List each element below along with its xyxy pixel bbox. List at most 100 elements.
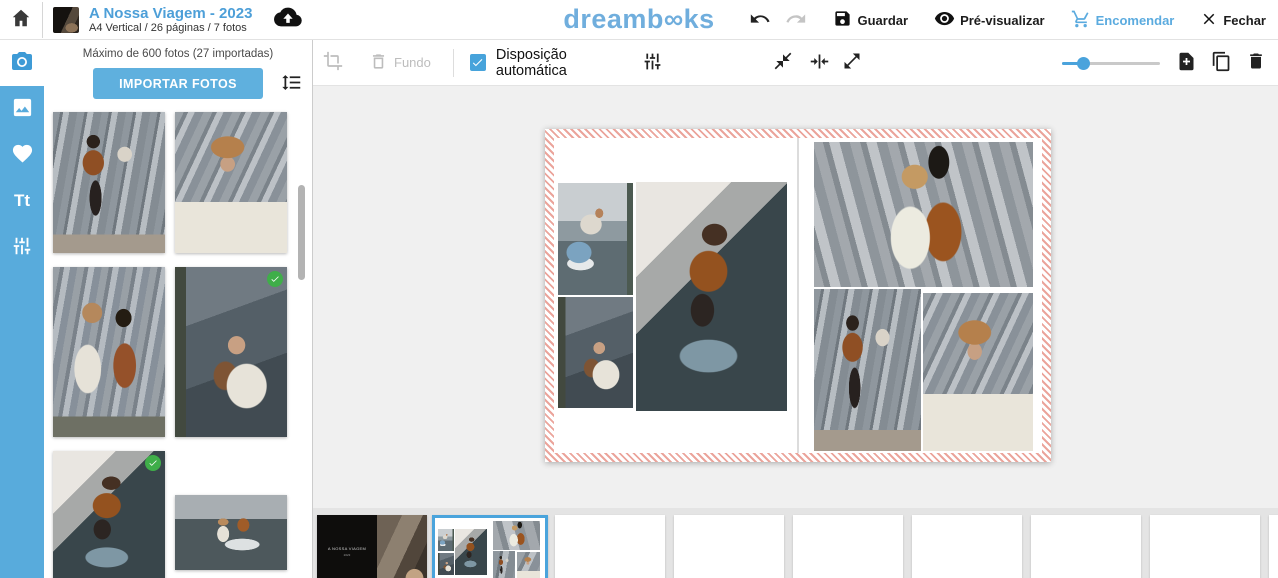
tab-adjust[interactable] (0, 224, 44, 270)
page-thumb-spread-8[interactable] (1269, 515, 1278, 578)
preview-label: Pré-visualizar (960, 13, 1045, 28)
close-button[interactable]: Fechar (1200, 10, 1266, 31)
add-page-icon (1176, 51, 1197, 75)
thumb-column-right (175, 112, 287, 578)
save-label: Guardar (857, 13, 908, 28)
photo-thumb-couple-selfie[interactable] (53, 267, 165, 437)
photo-thumbnails (44, 99, 312, 578)
cart-icon (1071, 9, 1091, 32)
page-thumb-cover[interactable]: A NOSSA VIAGEM 2023 (317, 515, 427, 578)
top-bar: A Nossa Viagem - 2023 A4 Vertical / 26 p… (0, 0, 1278, 40)
photo-thumb-man-on-boat[interactable] (53, 451, 165, 578)
mini-photo (438, 529, 454, 551)
photo-thumb-man-leaning-on-marble[interactable] (53, 112, 165, 253)
photo-thumb-couple-in-boat[interactable] (175, 495, 287, 570)
checkbox-checked-icon (470, 54, 486, 71)
project-subtitle: A4 Vertical / 26 páginas / 7 fotos (89, 22, 252, 35)
spread-photo-man-leaning-on-marble[interactable] (814, 289, 921, 451)
spread-photo-man-on-boat[interactable] (636, 182, 787, 411)
tab-photos[interactable] (0, 40, 44, 86)
merge-arrows-icon (809, 51, 830, 75)
project-title: A Nossa Viagem - 2023 (89, 5, 252, 22)
home-button[interactable] (10, 7, 32, 32)
redo-button[interactable] (785, 8, 807, 33)
center-layout-button[interactable] (809, 51, 830, 75)
page-gutter (797, 138, 799, 453)
add-page-button[interactable] (1176, 51, 1197, 75)
photo-thumb-woman-reclining-lake[interactable] (175, 267, 287, 437)
home-icon (10, 7, 32, 32)
photos-scrollbar[interactable] (298, 185, 305, 280)
main-area: Tt Máximo de 600 fotos (27 importadas) I… (0, 40, 1278, 578)
spread-photo-boat-lean[interactable] (558, 183, 633, 295)
import-row: IMPORTAR FOTOS (53, 68, 302, 99)
crop-button[interactable] (323, 51, 343, 74)
close-icon (1200, 10, 1218, 31)
tab-layouts[interactable] (0, 86, 44, 132)
used-check-icon (145, 455, 161, 471)
photos-limit-label: Máximo de 600 fotos (27 importadas) (44, 48, 312, 60)
tab-text[interactable]: Tt (0, 178, 44, 224)
toolbar-divider (453, 49, 454, 77)
delete-page-button[interactable] (1246, 51, 1266, 74)
crop-icon (323, 51, 343, 74)
page-thumb-spread-6[interactable] (1031, 515, 1141, 578)
order-button[interactable]: Encomendar (1071, 9, 1175, 32)
layout-settings-button[interactable] (642, 51, 663, 75)
heart-icon (11, 142, 34, 168)
camera-icon (10, 50, 34, 77)
auto-layout-toggle[interactable]: Disposição automática (470, 47, 634, 79)
workspace: Fundo Disposição automática (313, 40, 1278, 578)
tune-vertical-icon (642, 51, 663, 75)
image-icon (11, 96, 34, 122)
tab-favorites[interactable] (0, 132, 44, 178)
compress-arrows-icon (773, 51, 793, 74)
thumb-column-left (53, 112, 165, 578)
eye-icon (934, 8, 955, 32)
redo-icon (785, 8, 807, 33)
spread-photo-woman-with-hat[interactable] (923, 293, 1033, 451)
undo-button[interactable] (749, 8, 771, 33)
page-thumb-spread-5[interactable] (912, 515, 1022, 578)
header-actions: Guardar Pré-visualizar Encomendar Fechar (749, 0, 1266, 40)
header-divider (42, 2, 43, 38)
zoom-slider-thumb[interactable] (1077, 57, 1090, 70)
order-label: Encomendar (1096, 13, 1175, 28)
sort-icon (281, 72, 302, 96)
spread-pages (554, 138, 1042, 453)
spread-photo-woman-reclining-lake[interactable] (558, 297, 633, 408)
trash-filled-icon (1246, 51, 1266, 74)
close-label: Fechar (1223, 13, 1266, 28)
remove-background-button[interactable]: Fundo (369, 52, 431, 74)
expand-arrows-icon (842, 51, 862, 74)
page-thumb-spread-7[interactable] (1150, 515, 1260, 578)
mini-photo (455, 529, 487, 575)
shrink-layout-button[interactable] (773, 51, 793, 74)
expand-layout-button[interactable] (842, 51, 862, 74)
page-thumb-spread-1-selected[interactable] (432, 515, 548, 578)
pages-strip: A NOSSA VIAGEM 2023 (313, 508, 1278, 578)
spread-photo-couple-portrait[interactable] (814, 142, 1033, 287)
trash-outline-icon (369, 52, 388, 74)
cover-thumb-subtitle: 2023 (344, 553, 351, 557)
auto-layout-label: Disposição automática (496, 47, 634, 79)
background-label: Fundo (394, 55, 431, 70)
zoom-slider[interactable] (1062, 56, 1160, 70)
page-thumb-spread-4[interactable] (793, 515, 903, 578)
copy-icon (1211, 51, 1232, 75)
page-thumb-spread-2[interactable] (555, 515, 665, 578)
used-check-icon (267, 271, 283, 287)
copy-page-button[interactable] (1211, 51, 1232, 75)
left-rail: Tt (0, 40, 44, 578)
cover-thumb-title: A NOSSA VIAGEM (328, 546, 366, 551)
photo-thumb-woman-with-hat[interactable] (175, 112, 287, 253)
mini-photo (438, 553, 454, 575)
header-left: A Nossa Viagem - 2023 A4 Vertical / 26 p… (0, 2, 302, 38)
mini-spread (437, 520, 543, 578)
save-button[interactable]: Guardar (833, 9, 908, 31)
import-photos-button[interactable]: IMPORTAR FOTOS (93, 68, 263, 99)
preview-button[interactable]: Pré-visualizar (934, 8, 1045, 32)
page-thumb-spread-3[interactable] (674, 515, 784, 578)
cover-thumb-photo (377, 515, 427, 578)
sort-photos-button[interactable] (281, 72, 302, 96)
